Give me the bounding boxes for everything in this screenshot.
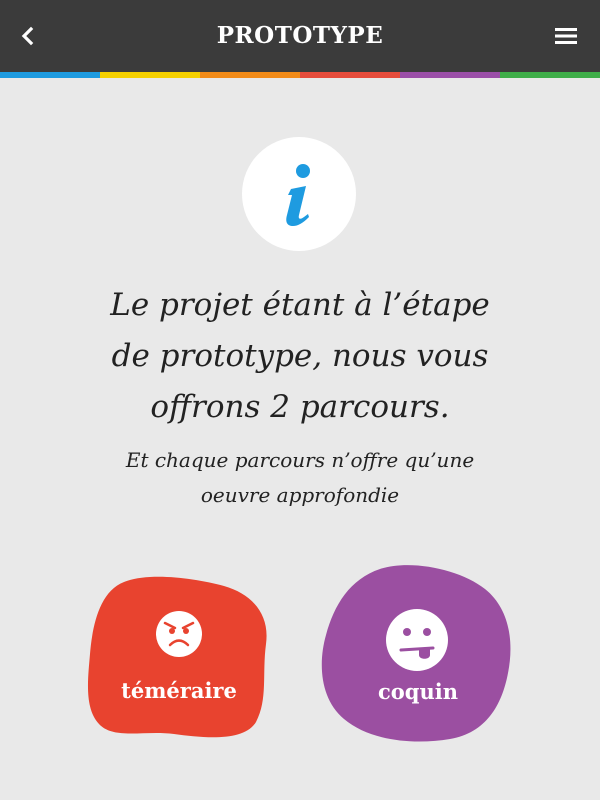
headline-line: offrons 2 parcours. <box>150 389 450 425</box>
stripe-segment <box>400 72 500 78</box>
choice-coquin-button[interactable]: coquin <box>320 563 516 743</box>
blob-shape <box>87 576 267 738</box>
color-stripe <box>0 72 600 78</box>
angry-face-icon <box>156 611 202 657</box>
choice-temeraire-button[interactable]: téméraire <box>84 574 274 744</box>
stripe-segment <box>0 72 100 78</box>
info-badge <box>242 137 356 251</box>
subtext-line: oeuvre approfondie <box>200 483 400 507</box>
headline-line: de prototype, nous vous <box>111 338 489 374</box>
stripe-segment <box>200 72 300 78</box>
headline: Le projet étant à l’étape de prototype, … <box>60 280 540 433</box>
stripe-segment <box>300 72 400 78</box>
headline-line: Le projet étant à l’étape <box>110 287 490 323</box>
choice-label: téméraire <box>121 678 237 703</box>
subtext-line: Et chaque parcours n’offre qu’une <box>125 448 475 472</box>
choice-label: coquin <box>378 679 458 704</box>
app-header: PROTOTYPE <box>0 0 600 72</box>
page-title: PROTOTYPE <box>216 22 384 49</box>
info-icon <box>286 164 310 226</box>
stripe-segment <box>500 72 600 78</box>
hamburger-menu-icon <box>555 28 577 44</box>
stripe-segment <box>100 72 200 78</box>
menu-button[interactable] <box>546 16 586 56</box>
tongue-out-face-icon <box>386 609 448 671</box>
subtext: Et chaque parcours n’offre qu’une oeuvre… <box>80 443 520 513</box>
